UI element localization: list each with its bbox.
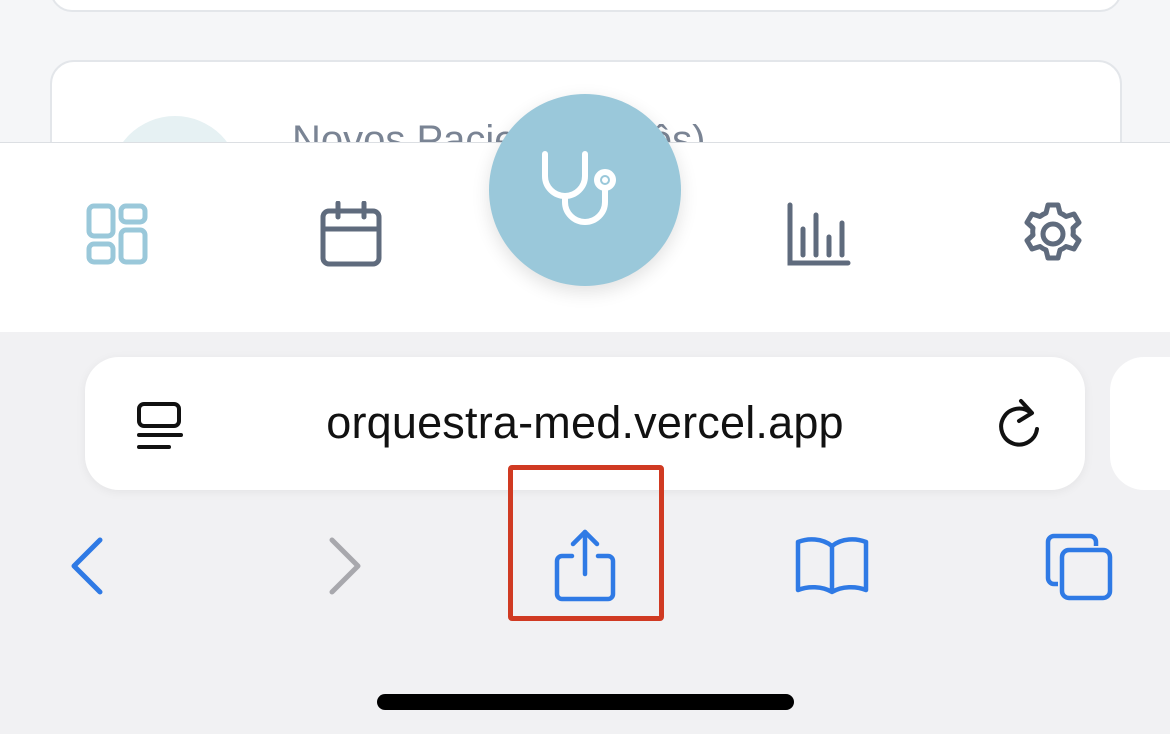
back-chevron-icon[interactable] — [68, 536, 108, 596]
forward-chevron-icon[interactable] — [324, 536, 364, 596]
url-text[interactable]: orquestra-med.vercel.app — [85, 397, 1085, 449]
bar-chart-icon[interactable] — [786, 201, 852, 267]
tabs-icon[interactable] — [1044, 532, 1114, 602]
settings-gear-icon[interactable] — [1020, 201, 1086, 267]
dashboard-grid-icon[interactable] — [86, 203, 148, 265]
content-card-previous — [50, 0, 1122, 12]
next-tab-preview[interactable] — [1110, 357, 1170, 490]
bookmarks-book-icon[interactable] — [794, 534, 870, 596]
reload-icon[interactable] — [995, 395, 1045, 451]
stethoscope-fab-button[interactable] — [489, 94, 681, 286]
share-highlight-annotation — [508, 465, 664, 621]
home-indicator — [377, 694, 794, 710]
calendar-icon[interactable] — [320, 201, 382, 267]
stethoscope-icon — [542, 151, 616, 225]
